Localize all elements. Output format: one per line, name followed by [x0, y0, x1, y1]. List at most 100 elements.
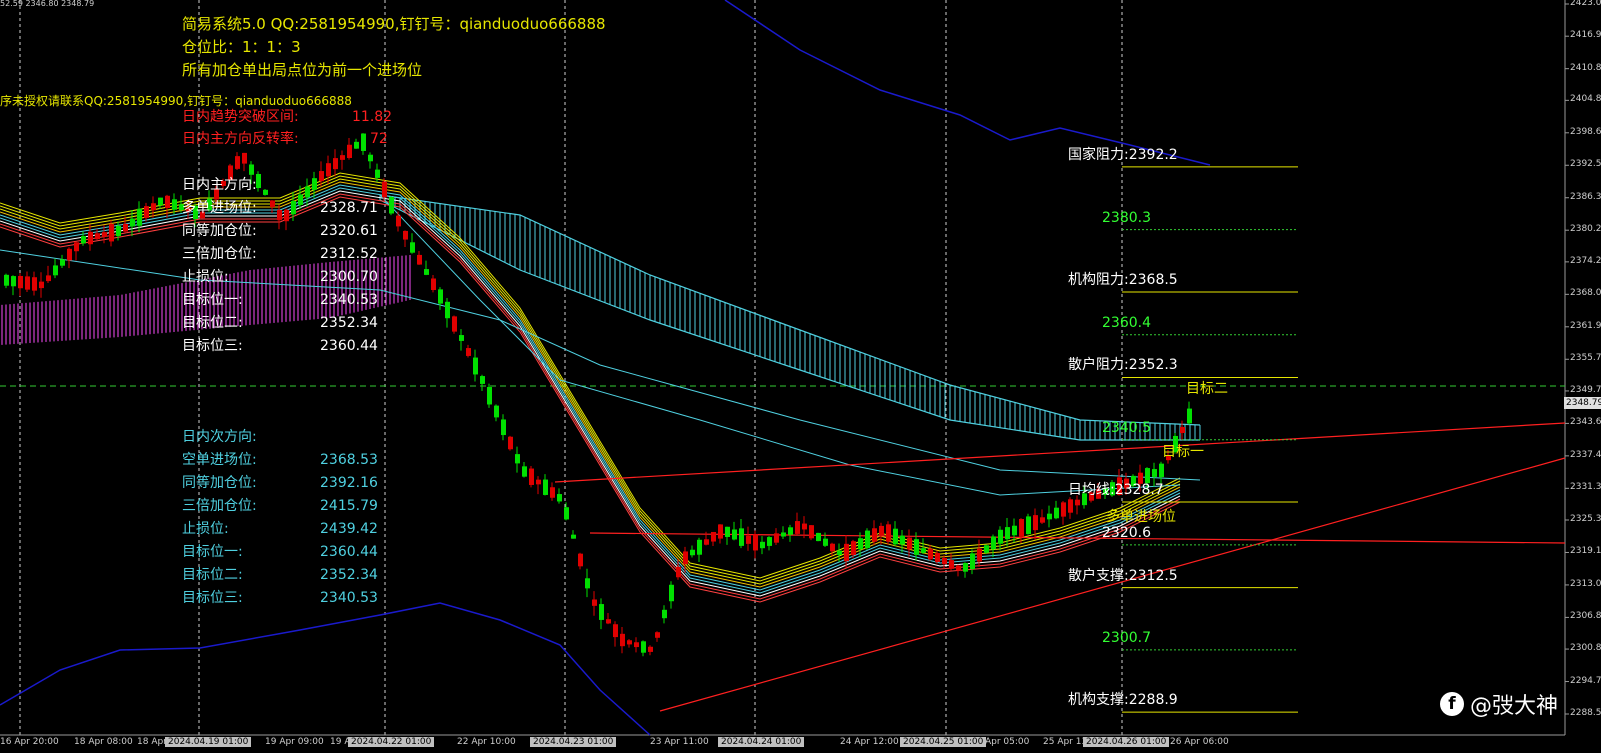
bull-candle: [599, 604, 604, 620]
bear-candle: [907, 537, 912, 550]
moving-average-line: [0, 184, 1181, 591]
bull-candle: [816, 532, 821, 542]
bull-candle: [445, 301, 450, 319]
level-label: 2340.5: [1102, 419, 1151, 436]
bull-candle: [662, 609, 667, 619]
header-exit-rule: 所有加仓单出局点位为前一个进场位: [182, 61, 423, 79]
bull-candle: [991, 536, 996, 550]
price-tick-label: 2294.70: [1570, 675, 1601, 686]
bear-candle: [795, 521, 800, 534]
bull-candle: [585, 578, 590, 589]
bear-candle: [536, 479, 541, 485]
secondary_direction-label: 目标位二:: [182, 567, 243, 583]
bear-candle: [977, 548, 982, 562]
bear-candle: [151, 203, 156, 211]
main_direction-value: 2300.70: [320, 269, 378, 285]
cloud-edge: [379, 199, 1200, 441]
bear-candle: [88, 231, 93, 245]
bear-candle: [74, 242, 79, 252]
bear-candle: [466, 348, 471, 356]
price-tick-label: 2313.00: [1570, 578, 1601, 589]
price-tick-label: 2398.65: [1570, 126, 1601, 137]
bear-candle: [550, 487, 555, 498]
bear-candle: [347, 144, 352, 158]
bull-candle: [865, 530, 870, 549]
bear-candle: [753, 534, 758, 551]
bull-candle: [963, 563, 968, 572]
secondary_direction-value: 2352.34: [320, 567, 378, 583]
price-tick-label: 2337.45: [1570, 449, 1601, 460]
bear-candle: [774, 533, 779, 543]
time-tick-label: 2024.04.25 01:00: [900, 737, 987, 747]
bull-candle: [760, 541, 765, 549]
main_direction-label: 同等加仓位:: [182, 223, 257, 239]
bear-candle: [634, 642, 639, 648]
bull-candle: [375, 169, 380, 178]
bear-candle: [431, 278, 436, 291]
bear-candle: [1180, 427, 1185, 433]
bear-candle: [1033, 515, 1038, 531]
bull-candle: [998, 529, 1003, 544]
price-tick-label: 2416.95: [1570, 30, 1601, 41]
time-tick-label: Apr 05:00: [985, 737, 1030, 747]
price-tick-label: 2392.50: [1570, 159, 1601, 170]
bear-candle: [809, 525, 814, 539]
long-entry-label: 多单进场位: [1106, 509, 1176, 525]
main_direction-label: 多单进场位:: [182, 200, 257, 216]
time-tick-label: 18 Apr 08:00: [74, 737, 133, 747]
bear-candle: [67, 248, 72, 261]
bull-candle: [1145, 468, 1150, 484]
bear-candle: [676, 566, 681, 578]
bull-candle: [501, 419, 506, 436]
time-tick-label: 19 Apr 09:00: [265, 737, 324, 747]
price-tick-label: 2331.30: [1570, 482, 1601, 493]
bear-candle: [326, 163, 331, 177]
bull-candle: [291, 200, 296, 215]
moving-average-line: [0, 172, 1181, 579]
header-system-title: 简易系统5.0 QQ:2581954990,钉钉号：qianduoduo6668…: [182, 15, 606, 33]
watermark-text: @弢大神: [1470, 694, 1559, 719]
bear-candle: [620, 633, 625, 647]
main_direction-value: 2352.34: [320, 315, 378, 331]
bear-candle: [39, 281, 44, 289]
bear-candle: [711, 531, 716, 542]
bull-candle: [4, 274, 9, 286]
bull-candle: [368, 154, 373, 162]
bull-candle: [60, 259, 65, 266]
bull-candle: [669, 584, 674, 602]
price-tick-label: 2404.80: [1570, 94, 1601, 105]
level-label: 散户支撑:2312.5: [1068, 567, 1178, 584]
bear-candle: [949, 560, 954, 569]
bull-candle: [116, 225, 121, 237]
bear-candle: [333, 158, 338, 170]
bear-candle: [529, 468, 534, 485]
bear-candle: [851, 541, 856, 556]
bull-candle: [564, 507, 569, 520]
bear-candle: [704, 539, 709, 545]
bear-candle: [25, 276, 30, 290]
level-label: 机构支撑:2288.9: [1068, 692, 1178, 709]
bear-candle: [95, 233, 100, 240]
bull-candle: [914, 539, 919, 555]
price-tick-label: 2306.85: [1570, 611, 1601, 622]
secondary-direction-title: 日内次方向:: [182, 429, 257, 445]
main_direction-label: 三倍加仓位:: [182, 246, 257, 262]
watermark: f @弢大神: [1440, 688, 1558, 720]
main-direction-title: 日内主方向:: [182, 177, 257, 193]
main_direction-label: 止损位:: [182, 269, 229, 285]
secondary_direction-value: 2439.42: [320, 521, 378, 537]
time-tick-label: 2024.04.26 01:00: [1083, 737, 1170, 747]
moving-average-line: [0, 175, 1181, 582]
bull-candle: [725, 526, 730, 537]
price-tick-label: 2423.05: [1570, 0, 1601, 8]
time-tick-label: 26 Apr 06:00: [1170, 737, 1229, 747]
level-label: 2380.3: [1102, 209, 1151, 226]
time-tick-label: 22 Apr 10:00: [457, 737, 516, 747]
bear-candle: [746, 535, 751, 544]
bear-candle: [879, 525, 884, 536]
bear-candle: [606, 619, 611, 624]
price-tick-label: 2355.75: [1570, 353, 1601, 364]
target-two-label: 目标二: [1186, 381, 1228, 397]
bear-candle: [452, 316, 457, 332]
bear-candle: [32, 277, 37, 291]
